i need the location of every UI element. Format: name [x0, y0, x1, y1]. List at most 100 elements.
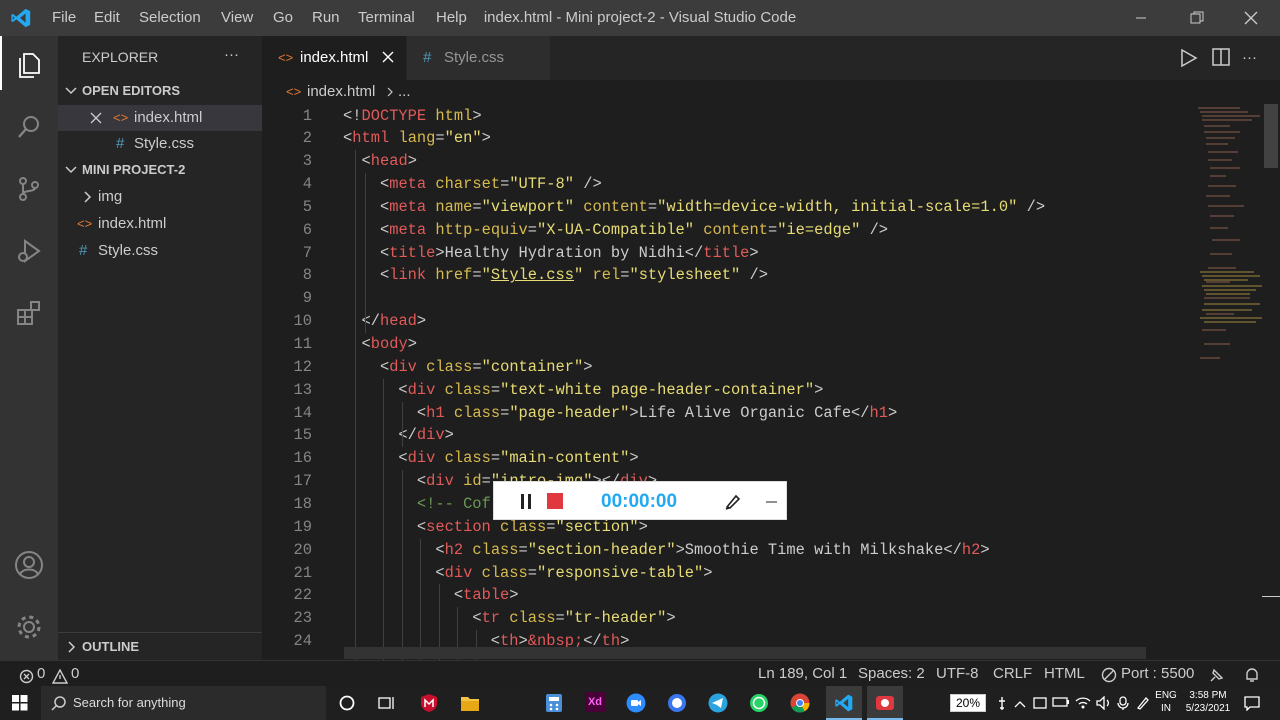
- encoding[interactable]: UTF-8: [936, 661, 979, 687]
- signal-chat-icon[interactable]: [667, 693, 687, 716]
- menu-selection[interactable]: Selection: [139, 0, 201, 36]
- breadcrumb-file[interactable]: index.html: [307, 80, 375, 104]
- minimize-recorder-icon[interactable]: [766, 492, 778, 510]
- horizontal-scrollbar[interactable]: [344, 647, 1146, 659]
- more-actions-icon[interactable]: ···: [1242, 36, 1257, 80]
- source-control-icon[interactable]: [0, 162, 58, 216]
- code-line[interactable]: <div class="responsive-table">: [343, 562, 712, 585]
- battery-indicator[interactable]: 20%: [950, 694, 986, 712]
- clock[interactable]: 3:58 PM 5/23/2021: [1183, 689, 1233, 715]
- code-line[interactable]: </div>: [343, 424, 453, 447]
- line-ending[interactable]: CRLF: [993, 661, 1032, 687]
- menu-file[interactable]: File: [52, 0, 76, 36]
- outline-section[interactable]: OUTLINE: [58, 634, 262, 660]
- menu-go[interactable]: Go: [273, 0, 293, 36]
- chrome-icon[interactable]: [790, 693, 810, 716]
- taskbar-vscode-active[interactable]: [826, 686, 862, 720]
- warning-count[interactable]: 0: [71, 661, 79, 687]
- code-line[interactable]: <!-- Cof: [343, 493, 491, 516]
- code-line[interactable]: <meta http-equiv="X-UA-Compatible" conte…: [343, 219, 888, 242]
- stop-record-icon[interactable]: [547, 493, 563, 509]
- error-count[interactable]: 0: [37, 661, 45, 687]
- code-line[interactable]: <link href="Style.css" rel="stylesheet" …: [343, 264, 768, 287]
- mcafee-icon[interactable]: [419, 693, 439, 716]
- indentation[interactable]: Spaces: 2: [858, 661, 925, 687]
- notification-center-icon[interactable]: [1244, 695, 1260, 714]
- wifi-icon[interactable]: [1075, 696, 1091, 713]
- pen-ink-icon[interactable]: [1136, 696, 1150, 713]
- chevron-up-icon[interactable]: [1014, 697, 1026, 712]
- minimize-button[interactable]: [1118, 0, 1164, 36]
- live-server-port[interactable]: Port : 5500: [1121, 661, 1194, 687]
- battery-icon[interactable]: [1052, 696, 1070, 711]
- taskbar-search-box[interactable]: Search for anything: [41, 686, 326, 720]
- open-editor-item[interactable]: # Style.css: [58, 131, 262, 157]
- open-editor-item[interactable]: <> index.html: [58, 105, 262, 131]
- search-icon: [51, 695, 67, 714]
- search-icon[interactable]: [0, 100, 58, 154]
- telegram-icon[interactable]: [708, 693, 728, 716]
- cortana-icon[interactable]: [339, 695, 355, 714]
- code-line[interactable]: <html lang="en">: [343, 127, 491, 150]
- usb-icon[interactable]: [997, 696, 1007, 715]
- code-editor[interactable]: 1 <!DOCTYPE html> 2 <html lang="en"> 3 <head…: [262, 104, 1190, 660]
- input-language[interactable]: ENG IN: [1155, 689, 1177, 715]
- account-icon[interactable]: [0, 538, 58, 592]
- code-line[interactable]: <title>Healthy Hydration by Nidhi</title…: [343, 242, 759, 265]
- tree-item-index-html[interactable]: <> index.html: [58, 211, 262, 237]
- taskbar-recorder-active[interactable]: [867, 686, 903, 720]
- code-line[interactable]: <div class="text-white page-header-conta…: [343, 379, 823, 402]
- project-section[interactable]: MINI PROJECT-2: [58, 157, 262, 183]
- settings-gear-icon[interactable]: [0, 600, 58, 654]
- code-line[interactable]: <meta name="viewport" content="width=dev…: [343, 196, 1045, 219]
- code-line[interactable]: <body>: [343, 333, 416, 356]
- code-line[interactable]: <table>: [343, 584, 519, 607]
- restore-button[interactable]: [1174, 0, 1220, 36]
- code-line[interactable]: <div class="container">: [343, 356, 593, 379]
- code-line[interactable]: <h1 class="page-header">Life Alive Organ…: [343, 402, 897, 425]
- menu-terminal[interactable]: Terminal: [358, 0, 415, 36]
- code-line[interactable]: <h2 class="section-header">Smoothie Time…: [343, 539, 989, 562]
- task-view-icon[interactable]: [378, 695, 396, 714]
- tree-item-style-css[interactable]: # Style.css: [58, 238, 262, 264]
- css-file-icon: #: [79, 242, 88, 259]
- run-icon[interactable]: [1180, 48, 1198, 73]
- explorer-more-icon[interactable]: ···: [224, 42, 254, 68]
- explorer-icon[interactable]: [0, 38, 58, 92]
- code-line[interactable]: <div class="main-content">: [343, 447, 638, 470]
- open-editors-section[interactable]: OPEN EDITORS: [58, 78, 262, 104]
- language-mode[interactable]: HTML: [1044, 661, 1085, 687]
- run-debug-icon[interactable]: [0, 224, 58, 278]
- pause-icon[interactable]: [520, 494, 532, 514]
- tab-style-css[interactable]: # Style.css: [407, 36, 550, 80]
- mic-icon[interactable]: [1116, 696, 1130, 713]
- code-line[interactable]: <head>: [343, 150, 416, 173]
- split-editor-icon[interactable]: [1212, 48, 1230, 71]
- windows-start-icon[interactable]: [12, 695, 28, 714]
- cursor-position[interactable]: Ln 189, Col 1: [758, 661, 847, 687]
- cloud-sync-icon[interactable]: [1032, 696, 1048, 713]
- extensions-icon[interactable]: [0, 286, 58, 340]
- menu-edit[interactable]: Edit: [94, 0, 120, 36]
- calculator-app-icon[interactable]: [544, 693, 564, 716]
- menu-help[interactable]: Help: [436, 0, 467, 36]
- draw-pen-icon[interactable]: [724, 492, 742, 515]
- breadcrumb-rest[interactable]: ...: [398, 80, 411, 104]
- code-line[interactable]: <meta charset="UTF-8" />: [343, 173, 602, 196]
- tree-item-img[interactable]: img: [58, 184, 262, 210]
- menu-view[interactable]: View: [221, 0, 253, 36]
- close-window-button[interactable]: [1228, 0, 1274, 36]
- record-timer: 00:00:00: [601, 491, 678, 512]
- tab-index-html[interactable]: <> index.html: [262, 36, 406, 80]
- whatsapp-icon[interactable]: [749, 693, 769, 716]
- zoom-icon[interactable]: [626, 693, 646, 716]
- menu-run[interactable]: Run: [312, 0, 340, 36]
- code-line[interactable]: <!DOCTYPE html>: [343, 105, 482, 128]
- volume-icon[interactable]: [1096, 695, 1112, 713]
- adobe-xd-icon[interactable]: Xd: [585, 692, 605, 712]
- indent-guide: [420, 538, 421, 660]
- minimap[interactable]: [1190, 104, 1280, 660]
- line-number: 20: [293, 540, 312, 559]
- code-line[interactable]: <tr class="tr-header">: [343, 607, 675, 630]
- file-explorer-icon[interactable]: [460, 694, 480, 715]
